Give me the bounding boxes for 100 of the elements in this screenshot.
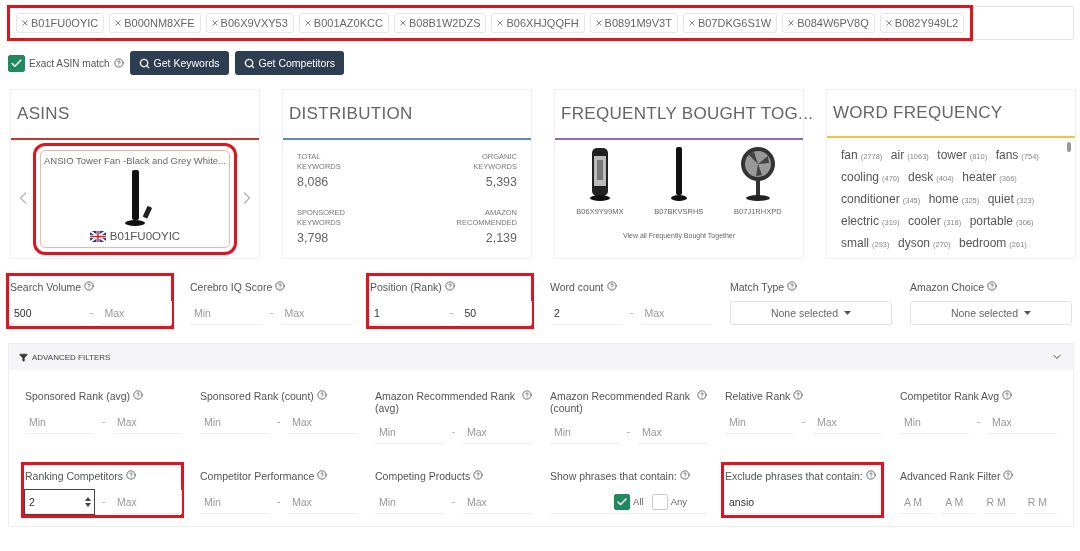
input-field[interactable]: 50 — [460, 301, 532, 325]
help-icon[interactable] — [793, 390, 804, 400]
word: tower — [937, 148, 967, 162]
filter-label: Sponsored Rank (avg) — [25, 390, 131, 402]
help-icon[interactable] — [84, 281, 95, 291]
search-icon — [243, 57, 255, 69]
help-icon[interactable] — [1002, 390, 1013, 400]
caret-icon — [844, 311, 852, 315]
close-icon[interactable] — [399, 20, 406, 26]
word: air — [890, 148, 905, 162]
check-icon — [616, 495, 629, 508]
filter-label: Competitor Performance — [200, 470, 315, 482]
help-icon[interactable] — [275, 281, 286, 291]
word: dyson — [898, 236, 930, 250]
asin-tag[interactable]: B082Y949L2 — [879, 13, 965, 33]
check-icon — [10, 56, 23, 70]
word: home — [928, 192, 959, 206]
asin-tag[interactable]: B001AZ0KCC — [298, 13, 389, 33]
asin-tag[interactable]: B06X9VXY53 — [205, 13, 294, 33]
filter-label: Advanced Rank Filter — [900, 470, 1001, 482]
word: quiet — [987, 192, 1014, 206]
checkbox-label: Exact ASIN match — [29, 57, 110, 69]
checkbox[interactable] — [614, 493, 631, 510]
help-icon[interactable] — [444, 281, 455, 291]
close-icon[interactable] — [211, 20, 218, 26]
word: desk — [908, 170, 934, 184]
word: cooler — [908, 214, 941, 228]
close-icon[interactable] — [595, 20, 602, 26]
word: cooling — [841, 170, 880, 184]
filter-label: Word count — [550, 281, 604, 293]
checkbox[interactable] — [651, 493, 668, 510]
asin-tag[interactable]: B084W6PV8Q — [782, 13, 875, 33]
close-icon[interactable] — [788, 20, 795, 26]
asin-input[interactable]: B01FU0OYIC B000NM8XFE B06X9VXY53 B001AZ0KCC B08B1W2DZS B06XHJQQFH B0891M9V3T B07DKG6S1W B084W6PV8Q B082Y949L2 — [8, 6, 1074, 40]
card-title: WORD FREQUENCY — [833, 103, 1003, 123]
close-icon[interactable] — [22, 20, 28, 26]
asin-tag[interactable]: B08B1W2DZS — [393, 13, 487, 33]
help-icon[interactable] — [606, 281, 617, 291]
close-icon[interactable] — [497, 20, 504, 26]
option-label: All — [633, 496, 644, 507]
filter-label: Amazon Recommended Rank (count) — [550, 390, 692, 414]
close-icon[interactable] — [115, 20, 122, 26]
checkbox[interactable] — [8, 54, 25, 72]
advanced-filters-header[interactable]: ADVANCED FILTERS — [9, 344, 1073, 370]
help-icon[interactable] — [113, 58, 124, 68]
spinner-icon[interactable] — [85, 497, 91, 507]
help-icon[interactable] — [697, 390, 707, 400]
close-icon[interactable] — [688, 20, 695, 26]
filter-label: Competing Products — [375, 470, 471, 482]
help-icon[interactable] — [679, 470, 690, 480]
close-icon[interactable] — [304, 20, 311, 26]
stat-value: 3,798 — [297, 231, 329, 245]
help-icon[interactable] — [787, 281, 798, 291]
asin-tag[interactable]: B06XHJQQFH — [491, 13, 585, 33]
filter-label: Match Type — [730, 281, 785, 293]
filter-label: Ranking Competitors — [25, 470, 124, 482]
help-icon[interactable] — [126, 470, 137, 480]
card-title: ASINS — [17, 104, 70, 124]
product-asin: B01FU0OYIC — [109, 230, 181, 242]
option-label: Any — [670, 496, 687, 507]
filter-label: Competitor Rank Avg — [900, 390, 1000, 402]
caret-icon — [1024, 311, 1032, 315]
filter-label: Exclude phrases that contain: — [725, 470, 863, 482]
search-button[interactable]: Get Keywords — [129, 51, 229, 75]
section-label: ADVANCED FILTERS — [32, 352, 111, 362]
word: portable — [969, 214, 1013, 228]
filter-label: Sponsored Rank (count) — [200, 390, 314, 402]
close-icon[interactable] — [885, 20, 892, 26]
help-icon[interactable] — [316, 390, 327, 400]
filter-icon — [19, 352, 28, 362]
help-icon[interactable] — [317, 470, 328, 480]
help-icon[interactable] — [865, 470, 876, 480]
filter-label: Show phrases that contain: — [550, 470, 677, 482]
help-icon[interactable] — [1003, 470, 1014, 480]
word: heater — [962, 170, 997, 184]
word: fans — [995, 148, 1019, 162]
input-field[interactable]: Max — [100, 301, 172, 325]
word: fan — [841, 148, 858, 162]
asin-tag[interactable]: B0891M9V3T — [589, 13, 678, 33]
card-title: DISTRIBUTION — [289, 104, 413, 124]
filter-label: Search Volume — [10, 281, 82, 293]
help-icon[interactable] — [473, 470, 484, 480]
word: small — [841, 236, 869, 250]
search-button[interactable]: Get Competitors — [234, 51, 344, 75]
help-icon[interactable] — [522, 390, 532, 400]
filter-label: Cerebro IQ Score — [190, 281, 273, 293]
card-title: FREQUENTLY BOUGHT TOG... — [561, 104, 814, 124]
product-name: ANSIO Tower Fan -Black and Grey White... — [44, 155, 226, 166]
asin-tag[interactable]: B000NM8XFE — [109, 13, 201, 33]
help-icon[interactable] — [987, 281, 998, 291]
help-icon[interactable] — [133, 390, 144, 400]
filter-label: Relative Rank — [725, 390, 791, 402]
search-icon — [138, 57, 150, 69]
select-dropdown[interactable]: None selected — [910, 301, 1072, 325]
word: conditioner — [841, 192, 900, 206]
asin-tag[interactable]: B01FU0OYIC — [16, 13, 105, 33]
asin-tag[interactable]: B07DKG6S1W — [682, 13, 778, 33]
number-field[interactable]: 2 — [25, 490, 94, 514]
select-dropdown[interactable]: None selected — [730, 301, 892, 325]
input-field[interactable]: Max — [113, 490, 182, 514]
